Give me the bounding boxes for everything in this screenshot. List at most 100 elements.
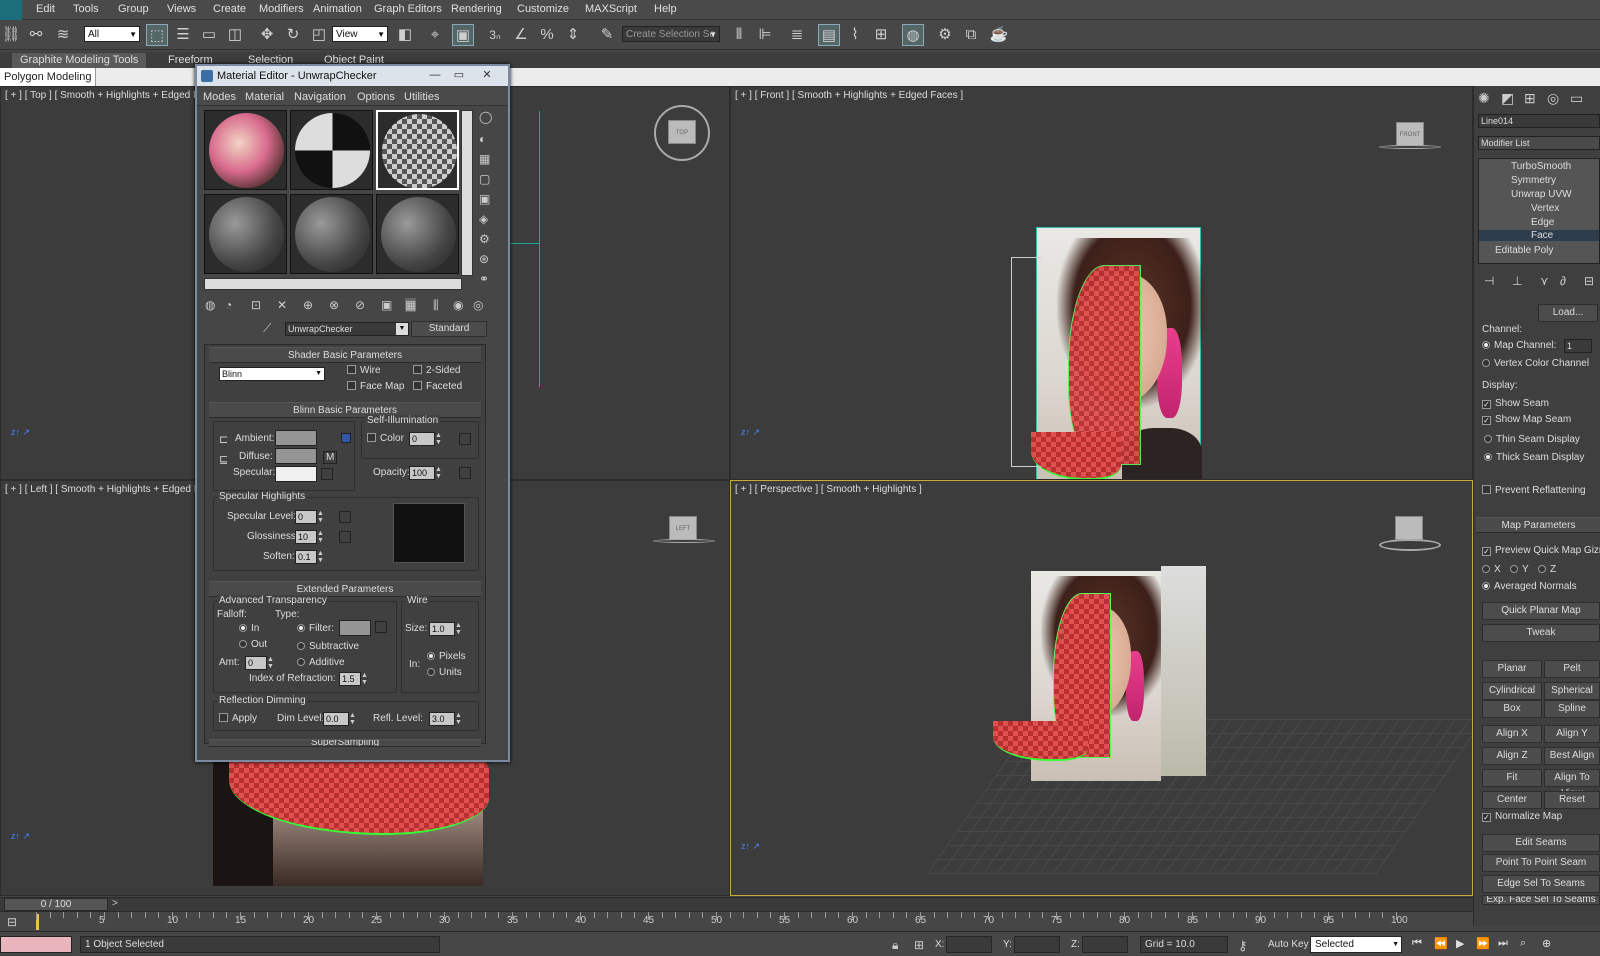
play-icon[interactable]: ▶: [1456, 937, 1464, 950]
pin-stack-icon[interactable]: ⊣: [1484, 274, 1494, 288]
backlight-icon[interactable]: ◐: [479, 132, 486, 146]
tab-graphite-modeling-tools[interactable]: Graphite Modeling Tools: [12, 53, 147, 68]
align-to-view-button[interactable]: Align To View: [1544, 769, 1600, 799]
supersampling-rollout[interactable]: SuperSampling: [209, 739, 481, 747]
glossiness-value[interactable]: 10: [295, 530, 317, 544]
display-tab-icon[interactable]: ▭: [1570, 90, 1583, 107]
edit-seams-button[interactable]: Edit Seams: [1482, 834, 1600, 852]
options-icon[interactable]: ⚙: [479, 232, 490, 246]
axis-x-radio[interactable]: X: [1482, 564, 1501, 575]
ref-coord-dropdown[interactable]: View ▼: [332, 26, 388, 42]
curve-editor-icon[interactable]: ⌇: [844, 24, 866, 46]
dim-level-value[interactable]: 0.0: [323, 712, 349, 726]
stack-face[interactable]: Face: [1479, 230, 1599, 241]
point-to-point-seam-button[interactable]: Point To Point Seam: [1482, 854, 1600, 872]
create-tab-icon[interactable]: ✺: [1478, 90, 1490, 107]
edge-sel-to-seams-button[interactable]: Edge Sel To Seams: [1482, 875, 1600, 893]
material-type-button[interactable]: Standard: [411, 321, 487, 337]
viewcube-left[interactable]: LEFT: [669, 516, 697, 540]
align-icon[interactable]: ⊫: [754, 24, 776, 46]
ior-spinner[interactable]: ▲ ▼: [361, 672, 369, 686]
angle-snap-icon[interactable]: ∠: [510, 24, 532, 46]
keyboard-shortcut-override-icon[interactable]: ▣: [452, 24, 474, 46]
stack-symmetry[interactable]: Symmetry: [1511, 175, 1556, 186]
wire-checkbox[interactable]: Wire: [347, 365, 381, 376]
assign-material-icon[interactable]: ⊡: [251, 298, 261, 312]
menu-create[interactable]: Create: [213, 3, 246, 15]
pixels-radio[interactable]: Pixels: [427, 651, 466, 662]
pivot-center-icon[interactable]: ◧: [394, 24, 416, 46]
faceted-checkbox[interactable]: Faceted: [413, 381, 462, 392]
viewport-perspective[interactable]: [ + ] [ Perspective ] [ Smooth + Highlig…: [730, 480, 1473, 896]
axis-y-radio[interactable]: Y: [1510, 564, 1529, 575]
maximize-button[interactable]: ▭: [449, 68, 469, 82]
box-button[interactable]: Box: [1482, 700, 1542, 718]
remove-modifier-icon[interactable]: ∂: [1560, 274, 1566, 288]
self-illum-spinner[interactable]: ▲ ▼: [435, 432, 443, 446]
next-frame-icon[interactable]: ⏩: [1476, 937, 1490, 950]
y-coordinate-field[interactable]: [1014, 936, 1060, 953]
wire-size-value[interactable]: 1.0: [429, 622, 455, 636]
tweak-button[interactable]: Tweak: [1482, 624, 1600, 642]
selection-lock-icon[interactable]: 🔒︎: [892, 938, 898, 953]
material-name-field[interactable]: UnwrapChecker ▼: [285, 322, 409, 336]
rotate-icon[interactable]: ↻: [282, 24, 304, 46]
minimize-button[interactable]: —: [425, 68, 445, 82]
unlink-icon[interactable]: ⚯: [25, 24, 47, 46]
dim-level-spinner[interactable]: ▲ ▼: [349, 712, 357, 726]
menu-rendering[interactable]: Rendering: [451, 3, 502, 15]
blinn-basic-parameters-rollout[interactable]: Blinn Basic Parameters: [209, 402, 481, 418]
me-menu-options[interactable]: Options: [357, 91, 395, 103]
map-parameters-rollout[interactable]: Map Parameters: [1476, 517, 1600, 533]
go-forward-sibling-icon[interactable]: ◎: [473, 298, 483, 312]
show-seam-checkbox[interactable]: ✓ Show Seam: [1482, 398, 1549, 409]
render-production-icon[interactable]: ☕: [988, 24, 1010, 46]
exp-face-sel-to-seams-button[interactable]: Exp. Face Sel To Seams: [1482, 895, 1600, 905]
me-menu-utilities[interactable]: Utilities: [404, 91, 439, 103]
wire-size-spinner[interactable]: ▲ ▼: [455, 622, 463, 636]
type-additive-radio[interactable]: Additive: [297, 657, 345, 668]
specular-level-value[interactable]: 0: [295, 510, 317, 524]
menu-maxscript[interactable]: MAXScript: [585, 3, 637, 15]
specular-map-button[interactable]: [321, 468, 333, 480]
map-channel-input[interactable]: 1: [1564, 339, 1592, 353]
sample-slot-1[interactable]: [204, 110, 287, 190]
ior-value[interactable]: 1.5: [339, 672, 361, 686]
time-slider-thumb[interactable]: 0 / 100: [4, 898, 108, 911]
align-x-button[interactable]: Align X: [1482, 725, 1542, 743]
align-z-button[interactable]: Align Z: [1482, 747, 1542, 765]
viewport-front-label[interactable]: [ + ] [ Front ] [ Smooth + Highlights + …: [735, 90, 963, 101]
glossiness-spinner[interactable]: ▲ ▼: [317, 530, 325, 544]
slots-vertical-scrollbar[interactable]: [461, 110, 473, 276]
absolute-mode-transform-icon[interactable]: ⊞: [914, 938, 924, 952]
percent-snap-icon[interactable]: %: [536, 24, 558, 46]
zoom-icon[interactable]: ⌕: [1520, 937, 1526, 950]
face-map-checkbox[interactable]: Face Map: [347, 381, 404, 392]
layer-manager-icon[interactable]: ≣: [786, 24, 808, 46]
configure-modifier-sets-icon[interactable]: ⊟: [1584, 274, 1594, 288]
selection-filter-dropdown[interactable]: All ▼: [84, 26, 140, 42]
make-unique-material-icon[interactable]: ⊗: [329, 298, 339, 312]
center-button[interactable]: Center: [1482, 791, 1542, 809]
diffuse-map-button[interactable]: M: [323, 451, 338, 464]
motion-tab-icon[interactable]: ◎: [1547, 90, 1559, 107]
align-y-button[interactable]: Align Y: [1544, 725, 1600, 743]
spinner-snap-icon[interactable]: ⇕: [562, 24, 584, 46]
stack-editable-poly[interactable]: Editable Poly: [1495, 245, 1553, 256]
link-icon[interactable]: ⛓: [0, 24, 22, 46]
menu-help[interactable]: Help: [654, 3, 677, 15]
viewcube-front[interactable]: FRONT: [1396, 122, 1424, 146]
modifier-list-dropdown[interactable]: Modifier List: [1478, 136, 1600, 150]
rectangular-selection-icon[interactable]: ▭: [198, 24, 220, 46]
lock-ambient-diffuse-icon[interactable]: ⊏: [219, 433, 228, 446]
ambient-swatch[interactable]: [275, 430, 317, 446]
object-name-field[interactable]: Line014: [1478, 114, 1600, 128]
cylindrical-button[interactable]: Cylindrical: [1482, 682, 1542, 700]
glossiness-map-button[interactable]: [339, 531, 351, 543]
close-button[interactable]: ✕: [477, 68, 497, 82]
shader-basic-parameters-rollout[interactable]: Shader Basic Parameters: [209, 347, 481, 363]
stack-edge[interactable]: Edge: [1531, 217, 1554, 228]
menu-customize[interactable]: Customize: [517, 3, 569, 15]
units-radio[interactable]: Units: [427, 667, 462, 678]
auto-key-button[interactable]: Auto Key: [1268, 939, 1309, 950]
